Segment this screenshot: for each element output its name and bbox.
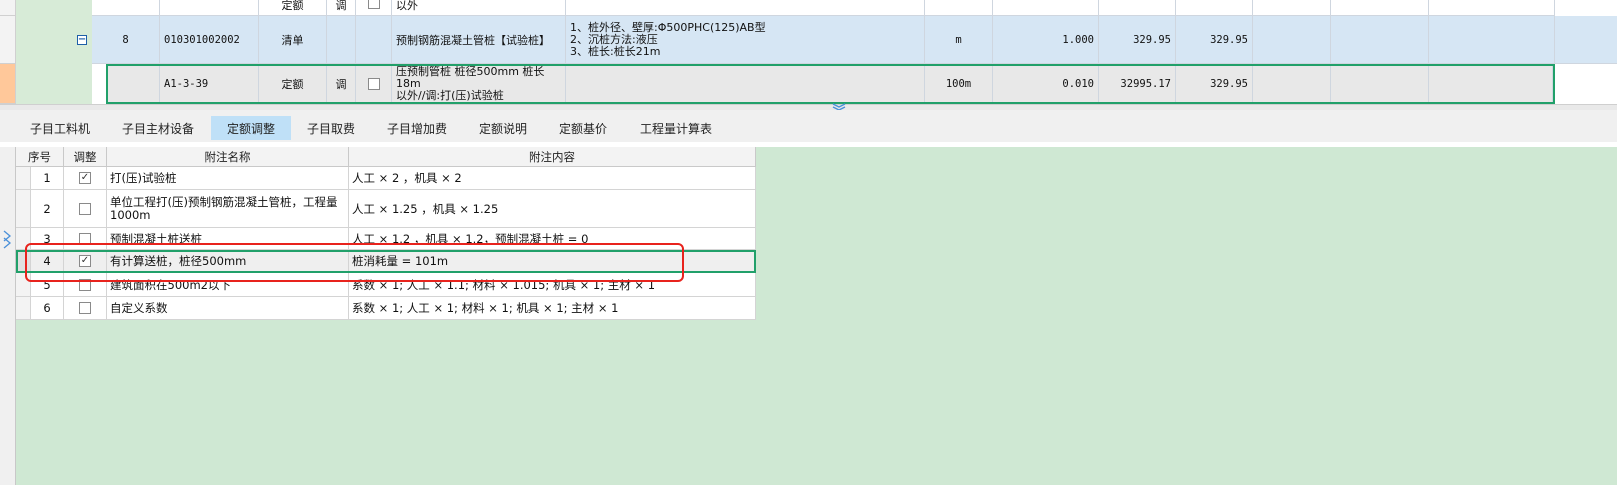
- row0-unit[interactable]: [925, 0, 993, 16]
- row0-extra3[interactable]: [1429, 0, 1555, 16]
- col-header-note-content: 附注内容: [349, 147, 756, 167]
- current-row-focus-border: [106, 64, 1555, 104]
- row-header[interactable]: [16, 190, 31, 228]
- row1-adj[interactable]: [327, 16, 356, 64]
- row-header[interactable]: [16, 167, 31, 190]
- adjust-row-name[interactable]: 单位工程打(压)预制钢筋混凝土管桩，工程量1000m: [107, 190, 349, 228]
- row1-feature[interactable]: 1、桩外径、壁厚:Φ500PHC(125)AB型 2、沉桩方法:液压 3、桩长:…: [566, 16, 925, 64]
- row1-check-cell[interactable]: [356, 16, 392, 64]
- tab-quota-notes[interactable]: 定额说明: [466, 116, 540, 140]
- adjust-row-content[interactable]: 人工 × 1.25 ，机具 × 1.25: [349, 190, 756, 228]
- row1-extra3[interactable]: [1429, 16, 1555, 64]
- row1-extra1[interactable]: [1253, 16, 1331, 64]
- row-header[interactable]: [0, 0, 16, 16]
- current-row-marker[interactable]: [0, 64, 16, 104]
- tab-quota-base-price[interactable]: 定额基价: [546, 116, 620, 140]
- adjust-row-check-cell: [64, 190, 107, 228]
- tree-indent-area: −: [16, 16, 92, 64]
- adjust-row-check-cell: ✓: [64, 167, 107, 190]
- adjust-row-seq: 6: [31, 297, 64, 320]
- row0-name[interactable]: 以外: [392, 0, 566, 16]
- row1-seq[interactable]: 8: [92, 16, 160, 64]
- row0-checkbox[interactable]: [367, 0, 380, 9]
- row1-extra2[interactable]: [1331, 16, 1429, 64]
- row1-qty[interactable]: 1.000: [993, 16, 1099, 64]
- red-highlight-annotation: [25, 243, 684, 282]
- adjust-row-seq: 1: [31, 167, 64, 190]
- row0-total[interactable]: [1176, 0, 1253, 16]
- adjust-row-name[interactable]: 打(压)试验桩: [107, 167, 349, 190]
- col-header-adjust: 调整: [64, 147, 107, 167]
- adjust-row-name[interactable]: 自定义系数: [107, 297, 349, 320]
- tab-quota-adjust[interactable]: 定额调整: [211, 116, 291, 140]
- row1-tail: [1555, 16, 1617, 64]
- row0-extra2[interactable]: [1331, 0, 1429, 16]
- row1-total[interactable]: 329.95: [1176, 16, 1253, 64]
- tab-sub-fee[interactable]: 子目取费: [295, 116, 367, 140]
- col-header-note-name: 附注名称: [107, 147, 349, 167]
- row0-price[interactable]: [1099, 0, 1176, 16]
- row0-feature[interactable]: [566, 0, 925, 16]
- tab-sub-extra-fee[interactable]: 子目增加费: [374, 116, 460, 140]
- adjust-row-content[interactable]: 人工 × 2 ，机具 × 2: [349, 167, 756, 190]
- chevron-right-icon[interactable]: [3, 229, 12, 251]
- adjust-row-check-cell: [64, 297, 107, 320]
- adjust-row-content[interactable]: 系数 × 1; 人工 × 1; 材料 × 1; 机具 × 1; 主材 × 1: [349, 297, 756, 320]
- row1-type[interactable]: 清单: [259, 16, 327, 64]
- row1-code[interactable]: 010301002002: [160, 16, 259, 64]
- row0-adj[interactable]: 调: [327, 0, 356, 16]
- left-dock-strip: [0, 147, 16, 485]
- adjust-row-checkbox[interactable]: [79, 302, 91, 314]
- row1-unit[interactable]: m: [925, 16, 993, 64]
- adjust-row-checkbox-checked[interactable]: ✓: [79, 172, 91, 184]
- tree-indent-area: [16, 0, 92, 16]
- adjust-row-seq: 2: [31, 190, 64, 228]
- adjust-row-checkbox[interactable]: [79, 202, 91, 215]
- col-header-seq: 序号: [16, 147, 64, 167]
- row-header[interactable]: [16, 297, 31, 320]
- row1-name[interactable]: 预制钢筋混凝土管桩【试验桩】: [392, 16, 566, 64]
- tree-indent-area: [16, 64, 92, 104]
- tab-sub-labor-material[interactable]: 子目工料机: [18, 116, 102, 140]
- row-header[interactable]: [0, 16, 16, 64]
- row0-code[interactable]: [160, 0, 259, 16]
- tab-quantity-calc[interactable]: 工程量计算表: [627, 116, 725, 140]
- collapse-minus-icon[interactable]: −: [77, 35, 87, 45]
- row1-price[interactable]: 329.95: [1099, 16, 1176, 64]
- row0-qty[interactable]: [993, 0, 1099, 16]
- upper-grid: 定额 调 以外 − 8 010301002002 清单 预制钢筋混凝土管桩【试验…: [0, 0, 1617, 107]
- row0-seq[interactable]: [92, 0, 160, 16]
- tab-sub-main-material[interactable]: 子目主材设备: [110, 116, 206, 140]
- row0-check-cell: [356, 0, 392, 16]
- detail-tab-bar: 子目工料机 子目主材设备 定额调整 子目取费 子目增加费 定额说明 定额基价 工…: [0, 110, 1617, 142]
- row0-extra1[interactable]: [1253, 0, 1331, 16]
- row0-type[interactable]: 定额: [259, 0, 327, 16]
